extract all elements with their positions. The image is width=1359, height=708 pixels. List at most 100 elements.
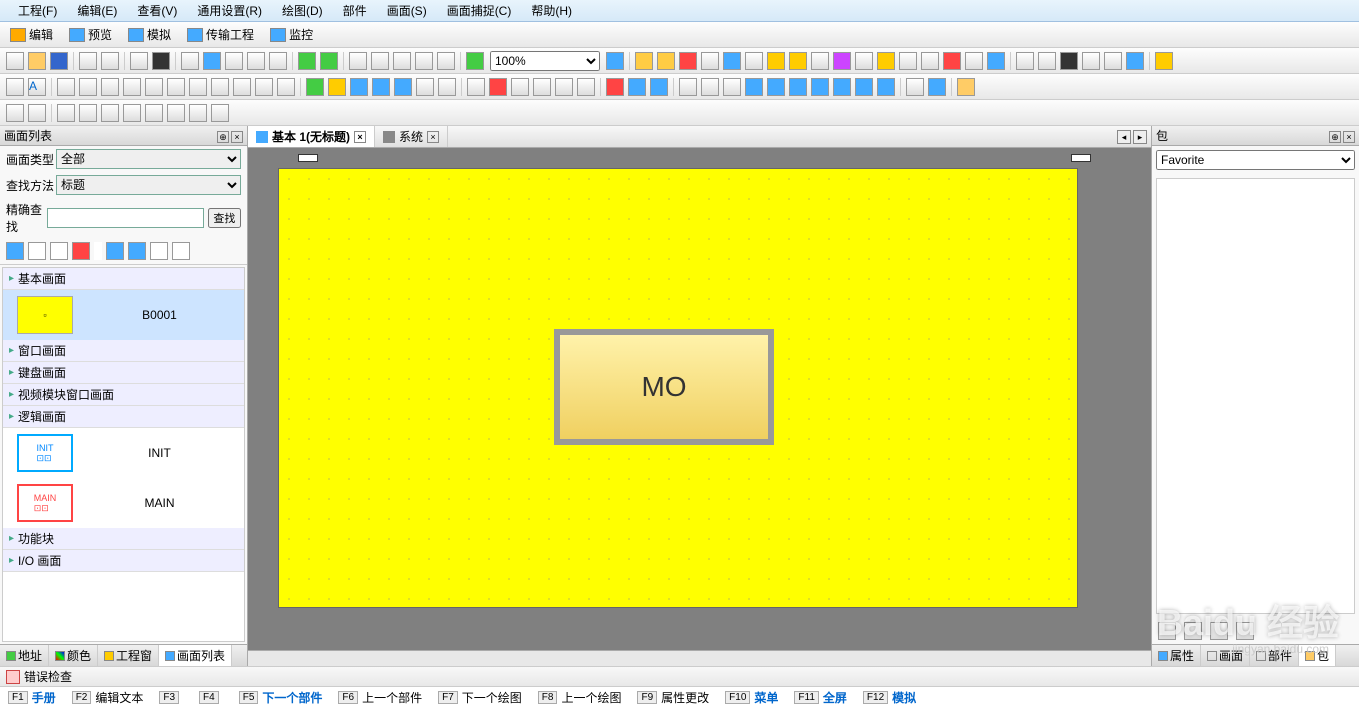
view-b-btn[interactable] <box>128 242 146 260</box>
copy-screen-btn[interactable] <box>28 242 46 260</box>
canvas-viewport[interactable]: MO <box>248 148 1151 650</box>
menu-project[interactable]: 工程(F) <box>8 0 67 21</box>
screen-item-init[interactable]: INIT⊡⊡ INIT <box>3 428 244 478</box>
screen-item-b0001[interactable]: ▫ B0001 <box>3 290 244 340</box>
tool-j-icon[interactable] <box>921 52 939 70</box>
fkey-f6[interactable]: F6上一个部件 <box>330 689 430 706</box>
duplicate-icon[interactable] <box>415 52 433 70</box>
print-icon[interactable] <box>79 52 97 70</box>
tool-d-icon[interactable] <box>701 52 719 70</box>
search-input[interactable] <box>47 208 204 228</box>
filled-rect-icon[interactable] <box>233 78 251 96</box>
fkey-f10[interactable]: F10菜单 <box>717 689 786 706</box>
group-icon[interactable] <box>6 104 24 122</box>
cat-window-screen[interactable]: 窗口画面 <box>3 340 244 362</box>
tool-m-icon[interactable] <box>987 52 1005 70</box>
tool-l-icon[interactable] <box>965 52 983 70</box>
win-c-icon[interactable] <box>723 78 741 96</box>
info-icon[interactable] <box>789 52 807 70</box>
menu-help[interactable]: 帮助(H) <box>521 0 582 21</box>
pin-icon[interactable]: ⊕ <box>217 131 229 143</box>
align-d-icon[interactable] <box>123 104 141 122</box>
win-j-icon[interactable] <box>877 78 895 96</box>
tool-a-icon[interactable] <box>635 52 653 70</box>
chart-icon[interactable] <box>511 78 529 96</box>
undo-icon[interactable] <box>298 52 316 70</box>
folder-icon[interactable] <box>247 52 265 70</box>
check-icon[interactable] <box>466 52 484 70</box>
grid-icon[interactable] <box>416 78 434 96</box>
new-screen-btn[interactable] <box>6 242 24 260</box>
screens-icon[interactable] <box>225 52 243 70</box>
new-icon[interactable] <box>6 52 24 70</box>
fav-tool-d[interactable] <box>1236 622 1254 640</box>
view-c-btn[interactable] <box>150 242 168 260</box>
tab-parts[interactable]: 部件 <box>1250 645 1299 666</box>
design-surface[interactable]: MO <box>278 168 1078 608</box>
close-panel-icon[interactable]: × <box>231 131 243 143</box>
ungroup-icon[interactable] <box>28 104 46 122</box>
tool-r-icon[interactable] <box>1104 52 1122 70</box>
tab-prev-icon[interactable]: ◂ <box>1117 130 1131 144</box>
mode-simulate[interactable]: 模拟 <box>122 24 177 45</box>
win-i-icon[interactable] <box>855 78 873 96</box>
trend-icon[interactable] <box>489 78 507 96</box>
camera-icon[interactable] <box>152 52 170 70</box>
menu-screen[interactable]: 画面(S) <box>377 0 437 21</box>
win-b-icon[interactable] <box>701 78 719 96</box>
align-c-icon[interactable] <box>101 104 119 122</box>
pin-icon[interactable]: ⊕ <box>1329 131 1341 143</box>
tool-k-icon[interactable] <box>943 52 961 70</box>
copy-icon[interactable] <box>371 52 389 70</box>
tab-workwin[interactable]: 工程窗 <box>98 645 159 666</box>
mode-preview[interactable]: 预览 <box>63 24 118 45</box>
search-button[interactable]: 查找 <box>208 208 241 228</box>
key-icon[interactable] <box>767 52 785 70</box>
cat-keyboard-screen[interactable]: 键盘画面 <box>3 362 244 384</box>
align-g-icon[interactable] <box>189 104 207 122</box>
align-b-icon[interactable] <box>79 104 97 122</box>
fkey-f3[interactable]: F3 <box>151 691 191 704</box>
doctab-system[interactable]: 系统 × <box>375 126 448 147</box>
tab-properties[interactable]: 属性 <box>1152 645 1201 666</box>
misc-b-icon[interactable] <box>928 78 946 96</box>
tool-i-icon[interactable] <box>855 52 873 70</box>
save-icon[interactable] <box>50 52 68 70</box>
close-tab-icon[interactable]: × <box>354 131 366 143</box>
resize-handle-top-right[interactable] <box>1071 154 1091 162</box>
text-icon[interactable]: A <box>28 78 46 96</box>
polyline-icon[interactable] <box>101 78 119 96</box>
win-f-icon[interactable] <box>789 78 807 96</box>
lamp-icon[interactable] <box>306 78 324 96</box>
box-icon[interactable] <box>957 78 975 96</box>
fav-tool-b[interactable] <box>1184 622 1202 640</box>
screen-type-select[interactable]: 全部 <box>56 149 241 169</box>
lang-icon[interactable] <box>899 52 917 70</box>
tool-b-icon[interactable] <box>657 52 675 70</box>
cat-function-block[interactable]: 功能块 <box>3 528 244 550</box>
display-icon[interactable] <box>350 78 368 96</box>
mode-edit[interactable]: 编辑 <box>4 24 59 45</box>
table-icon[interactable] <box>277 78 295 96</box>
fkey-f1[interactable]: F1手册 <box>0 689 64 706</box>
delete-icon[interactable] <box>437 52 455 70</box>
favorite-select[interactable]: Favorite <box>1156 150 1355 170</box>
fkey-f9[interactable]: F9属性更改 <box>629 689 717 706</box>
circle-icon[interactable] <box>167 78 185 96</box>
tab-screen[interactable]: 画面 <box>1201 645 1250 666</box>
line-chart-icon[interactable] <box>533 78 551 96</box>
pie-icon[interactable] <box>211 78 229 96</box>
menu-parts[interactable]: 部件 <box>333 0 377 21</box>
line-icon[interactable] <box>79 78 97 96</box>
cat-basic-screen[interactable]: 基本画面 <box>3 268 244 290</box>
pointer-icon[interactable] <box>1155 52 1173 70</box>
view-a-btn[interactable] <box>106 242 124 260</box>
align-e-icon[interactable] <box>145 104 163 122</box>
fav-tool-a[interactable] <box>1158 622 1176 640</box>
tool-h-icon[interactable] <box>833 52 851 70</box>
keypad-icon[interactable] <box>438 78 456 96</box>
menu-edit[interactable]: 编辑(E) <box>67 0 127 21</box>
screen-icon[interactable] <box>203 52 221 70</box>
fkey-f4[interactable]: F4 <box>191 691 231 704</box>
horizontal-scrollbar[interactable] <box>248 650 1151 666</box>
